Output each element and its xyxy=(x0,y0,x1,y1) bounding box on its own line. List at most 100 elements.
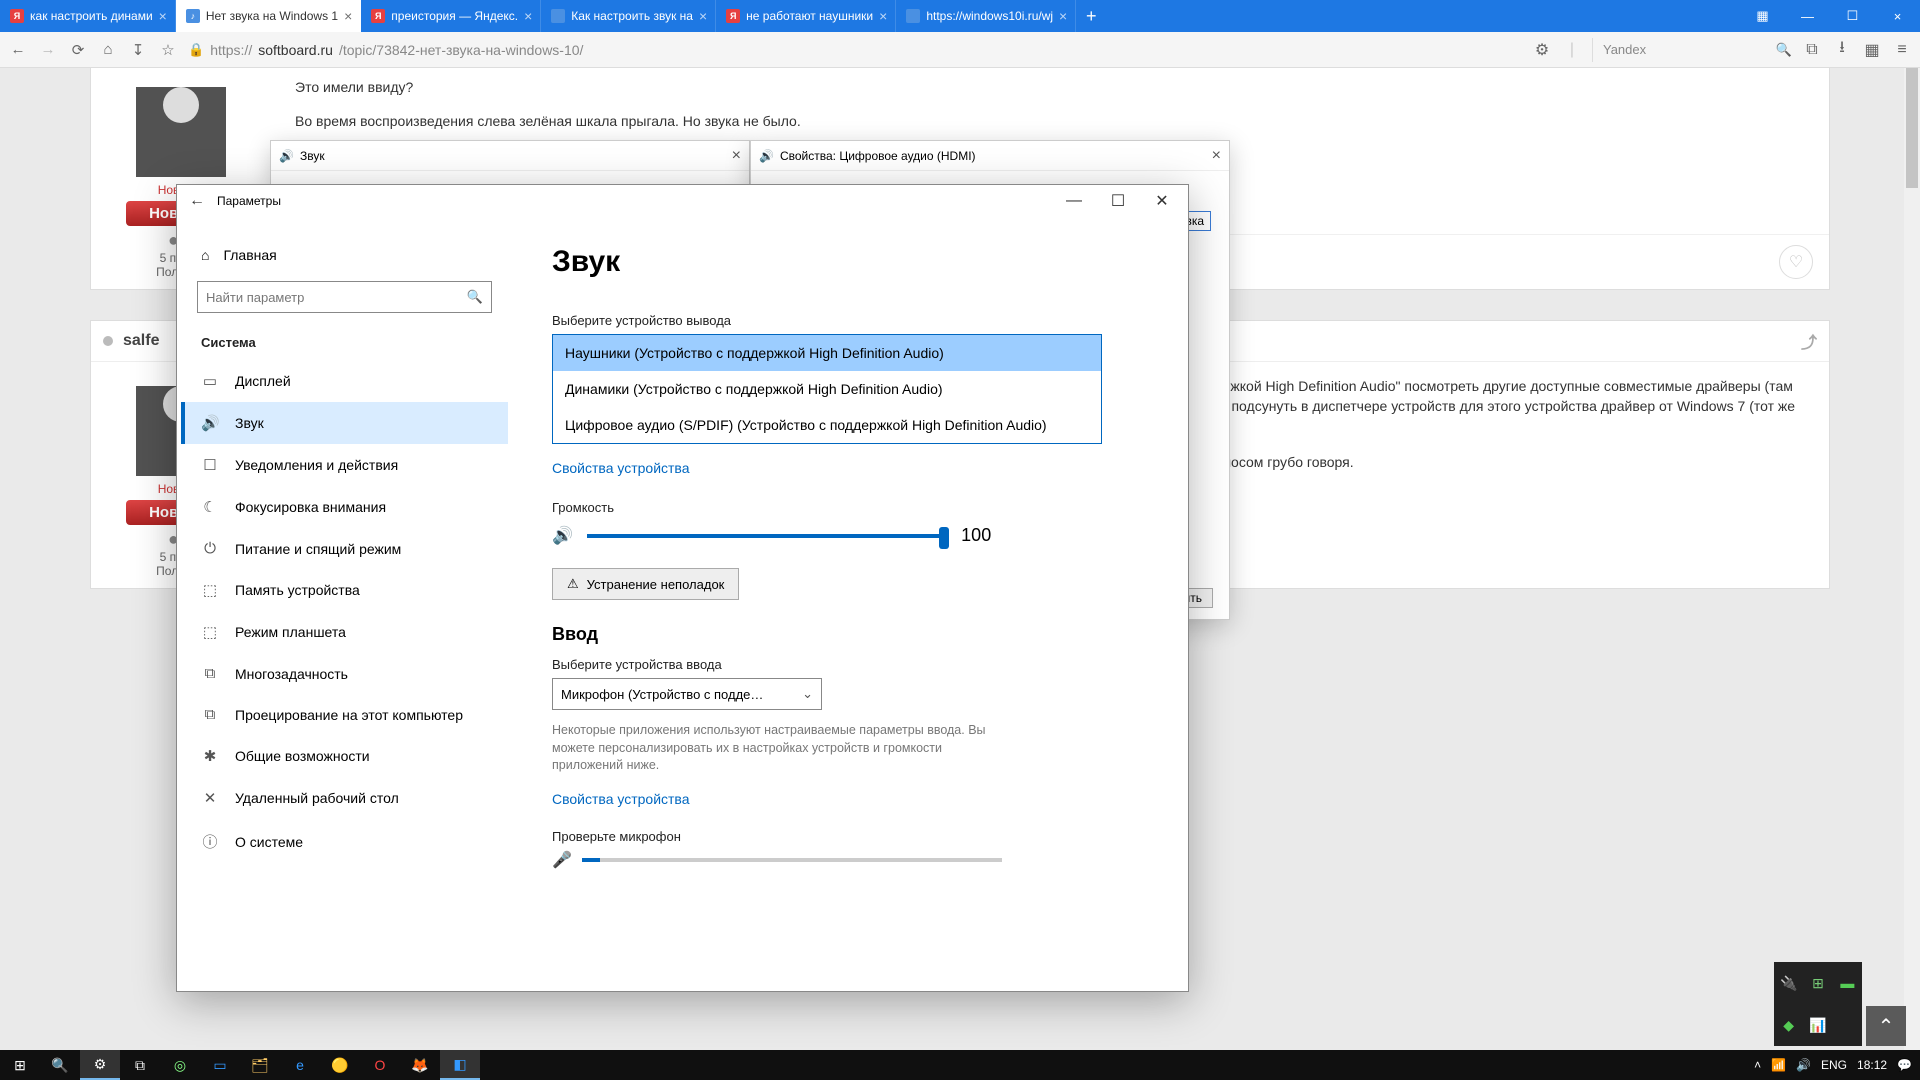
mic-check-label: Проверьте микрофон xyxy=(552,829,1148,844)
window-maximize-icon[interactable]: ☐ xyxy=(1096,186,1140,216)
new-tab-button[interactable]: + xyxy=(1076,0,1106,32)
tab-1[interactable]: ♪Нет звука на Windows 1× xyxy=(176,0,361,32)
taskbar-search[interactable]: 🔍 xyxy=(40,1050,80,1080)
scroll-top-button[interactable]: ⌃ xyxy=(1866,1006,1906,1046)
download-icon[interactable]: ⭳ xyxy=(1832,40,1852,60)
nav-item-6[interactable]: ⬚Режим планшета xyxy=(181,611,508,653)
scrollbar-thumb[interactable] xyxy=(1906,68,1918,188)
nav-item-icon: ⧉ xyxy=(201,706,219,723)
close-icon[interactable]: × xyxy=(1059,8,1067,24)
nav-item-label: Удаленный рабочий стол xyxy=(235,790,399,806)
output-device-label: Выберите устройство вывода xyxy=(552,313,1148,328)
nav-item-7[interactable]: ⧉Многозадачность xyxy=(181,653,508,694)
tray-volume-icon[interactable]: 🔊 xyxy=(1796,1058,1811,1072)
close-icon[interactable]: × xyxy=(524,8,532,24)
input-device-combo[interactable]: Микрофон (Устройство с подде…⌄ xyxy=(552,678,822,710)
window-close-icon[interactable]: × xyxy=(1875,0,1920,32)
tray-icon[interactable]: ◆ xyxy=(1774,1004,1803,1046)
bgwin-title: Свойства: Цифровое аудио (HDMI) xyxy=(780,149,976,163)
nav-group: Система xyxy=(181,331,508,360)
taskbar-edge[interactable]: e xyxy=(280,1050,320,1080)
tray-icon[interactable]: 🔌 xyxy=(1774,962,1803,1004)
dropdown-option[interactable]: Цифровое аудио (S/PDIF) (Устройство с по… xyxy=(553,407,1101,443)
troubleshoot-label: Устранение неполадок xyxy=(587,577,725,592)
nav-home-label: Главная xyxy=(223,247,276,263)
window-maximize-icon[interactable]: ☐ xyxy=(1830,0,1875,32)
nav-item-4[interactable]: ⏻Питание и спящий режим xyxy=(181,528,508,569)
output-device-dropdown[interactable]: Наушники (Устройство с поддержкой High D… xyxy=(552,334,1102,444)
back-icon[interactable]: ← xyxy=(189,192,205,210)
close-icon[interactable]: × xyxy=(159,8,167,24)
dropdown-option[interactable]: Наушники (Устройство с поддержкой High D… xyxy=(553,335,1101,371)
close-icon[interactable]: × xyxy=(732,147,741,165)
nav-item-9[interactable]: ✱Общие возможности xyxy=(181,735,508,777)
taskbar-firefox[interactable]: 🦊 xyxy=(400,1050,440,1080)
nav-item-1[interactable]: 🔊Звук xyxy=(181,402,508,444)
tray-notifications-icon[interactable]: 💬 xyxy=(1897,1058,1912,1072)
settings-window: ← Параметры — ☐ ✕ ⌂Главная Найти парамет… xyxy=(176,184,1189,992)
tab-4[interactable]: Яне работают наушники× xyxy=(716,0,896,32)
search-icon[interactable]: 🔍 xyxy=(1776,42,1792,58)
tab-2[interactable]: Япреистория — Яндекс.× xyxy=(361,0,541,32)
tray-icon[interactable]: ▬ xyxy=(1833,962,1862,1004)
troubleshoot-button[interactable]: ⚠Устранение неполадок xyxy=(552,568,739,600)
device-properties-link[interactable]: Свойства устройства xyxy=(552,460,1148,476)
taskbar-app[interactable]: ▭ xyxy=(200,1050,240,1080)
dropdown-option[interactable]: Динамики (Устройство с поддержкой High D… xyxy=(553,371,1101,407)
volume-slider[interactable] xyxy=(587,534,947,538)
nav-reload-icon[interactable]: ⟳ xyxy=(68,40,88,60)
nav-item-5[interactable]: ⬚Память устройства xyxy=(181,569,508,611)
window-minimize-icon[interactable]: — xyxy=(1785,0,1830,32)
tray-network-icon[interactable]: 📶 xyxy=(1771,1058,1786,1072)
window-close-icon[interactable]: ✕ xyxy=(1140,186,1184,216)
search-box[interactable]: Yandex 🔍 xyxy=(1592,38,1792,62)
translate-icon[interactable]: ⧉ xyxy=(1802,40,1822,60)
taskbar-browser[interactable]: ◧ xyxy=(440,1050,480,1080)
tab-5[interactable]: https://windows10i.ru/wj× xyxy=(896,0,1076,32)
nvidia-tray-panel[interactable]: 🔌⊞▬ ◆📊 xyxy=(1774,962,1862,1046)
nav-back-icon[interactable]: ← xyxy=(8,40,28,60)
close-icon[interactable]: × xyxy=(344,8,352,24)
device-properties-link-2[interactable]: Свойства устройства xyxy=(552,791,1148,807)
nav-item-3[interactable]: ☾Фокусировка внимания xyxy=(181,486,508,528)
menu-icon[interactable]: ≡ xyxy=(1892,40,1912,60)
nav-item-11[interactable]: ⓘО системе xyxy=(181,819,508,864)
taskbar-explorer[interactable]: 🗂 xyxy=(240,1050,280,1080)
post-line-1: Это имели ввиду? xyxy=(295,79,1805,95)
nav-bookmark-icon[interactable]: ☆ xyxy=(158,40,178,60)
slider-thumb[interactable] xyxy=(939,527,949,549)
close-icon[interactable]: × xyxy=(879,8,887,24)
nav-home[interactable]: ⌂Главная xyxy=(181,237,508,273)
tab-0[interactable]: Якак настроить динами× xyxy=(0,0,176,32)
nav-item-10[interactable]: ✕Удаленный рабочий стол xyxy=(181,777,508,819)
tray-icon[interactable]: 📊 xyxy=(1803,1004,1832,1046)
tab-3[interactable]: Как настроить звук на× xyxy=(541,0,716,32)
nav-item-8[interactable]: ⧉Проецирование на этот компьютер xyxy=(181,694,508,735)
taskbar-opera[interactable]: O xyxy=(360,1050,400,1080)
nav-item-2[interactable]: ☐Уведомления и действия xyxy=(181,444,508,486)
like-button[interactable]: ♡ xyxy=(1779,245,1813,279)
window-minimize-icon[interactable]: — xyxy=(1052,186,1096,216)
nav-downloads-icon[interactable]: ↧ xyxy=(128,40,148,60)
nav-home-icon[interactable]: ⌂ xyxy=(98,40,118,60)
tray-icon[interactable]: ⊞ xyxy=(1803,962,1832,1004)
url-box[interactable]: 🔒 https://softboard.ru/topic/73842-нет-з… xyxy=(188,42,1522,58)
taskbar-settings[interactable]: ⚙ xyxy=(80,1050,120,1080)
qr-icon[interactable]: ▦ xyxy=(1862,40,1882,60)
taskbar-chrome[interactable]: 🟡 xyxy=(320,1050,360,1080)
nav-search[interactable]: Найти параметр🔍 xyxy=(197,281,492,313)
taskbar-app[interactable]: ◎ xyxy=(160,1050,200,1080)
taskbar-taskview[interactable]: ⧉ xyxy=(120,1050,160,1080)
shield-icon[interactable]: ⚙ xyxy=(1532,40,1552,60)
tray-lang[interactable]: ENG xyxy=(1821,1058,1847,1072)
nav-item-0[interactable]: ▭Дисплей xyxy=(181,360,508,402)
close-icon[interactable]: × xyxy=(1212,147,1221,165)
share-icon[interactable]: ⤴ xyxy=(1801,329,1817,353)
tray-time[interactable]: 18:12 xyxy=(1857,1058,1887,1072)
close-icon[interactable]: × xyxy=(699,8,707,24)
page-scrollbar[interactable] xyxy=(1904,68,1920,1050)
tray-chevron-icon[interactable]: ˄ xyxy=(1754,1058,1761,1072)
taskbar-start[interactable]: ⊞ xyxy=(0,1050,40,1080)
nav-forward-icon[interactable]: → xyxy=(38,40,58,60)
tabs-overview-icon[interactable]: ▦ xyxy=(1740,0,1785,32)
